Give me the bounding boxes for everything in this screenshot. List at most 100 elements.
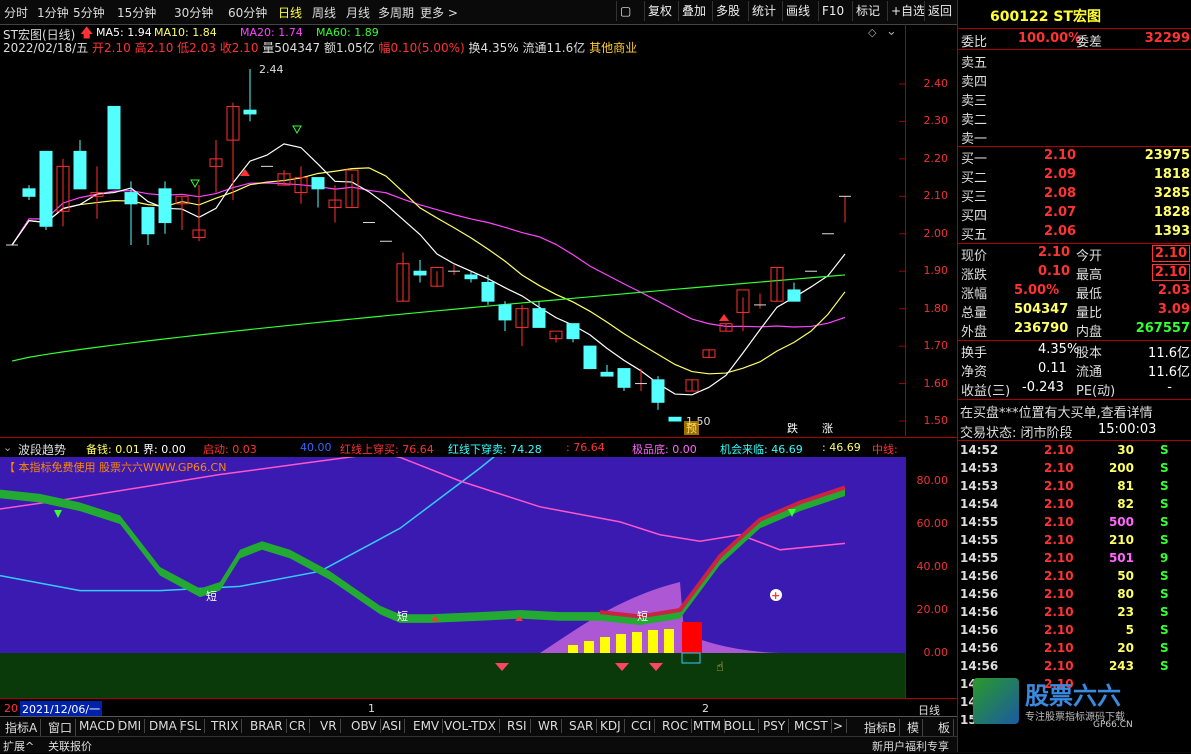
buy-row[interactable]: 买四 2.07 1828 — [958, 204, 1191, 224]
price-tick: 2.00 — [923, 226, 949, 240]
big-order-notice[interactable]: 在买盘***位置有大买单,查看详情 — [958, 401, 1191, 421]
indicator-tabs: 指标A 窗口 MACD DMI DMA FSL TRIX BRAR CR VR OBV ASI EMV V… — [0, 716, 957, 737]
midline-value: 中线: — [872, 443, 898, 456]
sell-label: 卖五 — [961, 56, 988, 71]
indicator-tab-21[interactable]: BOLL — [721, 719, 759, 733]
indicator-tab-22[interactable]: PSY — [760, 719, 790, 733]
indicator-tab-4[interactable]: DMA — [146, 719, 181, 733]
yellow-bar — [632, 632, 642, 653]
indicator-tab-3[interactable]: DMI — [115, 719, 146, 733]
candle — [481, 274, 495, 305]
stat-row: 外盘 236790 内盘 267557 — [961, 321, 1190, 340]
buy-label: 买一 — [961, 152, 988, 167]
indicator-tab-24[interactable]: > — [830, 719, 848, 733]
period-tab-7[interactable]: 周线 — [312, 4, 336, 21]
indicator-tab-16[interactable]: SAR — [566, 719, 598, 733]
buy-row[interactable]: 买三 2.08 3285 — [958, 185, 1191, 205]
period-tab-2[interactable]: 5分钟 — [73, 4, 105, 21]
indicator-bg-bottom — [0, 653, 905, 698]
toolbar-button-1[interactable]: 叠加 — [678, 1, 709, 21]
indicator-tab-5[interactable]: FSL — [177, 719, 205, 733]
period-tab-1[interactable]: 1分钟 — [37, 4, 69, 21]
indicator-tab-9[interactable]: VR — [317, 719, 341, 733]
candle — [583, 345, 597, 370]
ma60-line — [11, 274, 846, 362]
indicator-tab-14[interactable]: RSI — [504, 719, 531, 733]
candle — [141, 207, 155, 245]
buy-row[interactable]: 买二 2.09 1818 — [958, 166, 1191, 186]
ma5-label: MA5: 1.94 — [96, 26, 152, 39]
sell-arrow-icon — [190, 179, 200, 189]
indicator-tab-26[interactable]: 模 — [904, 719, 924, 736]
toolbar-button-2[interactable]: 多股 — [712, 1, 743, 21]
period-tab-8[interactable]: 月线 — [346, 4, 370, 21]
ma20-line — [11, 182, 846, 328]
indicator-tab-19[interactable]: ROC — [659, 719, 693, 733]
candle — [107, 105, 121, 190]
toolbar-button-7[interactable]: +自选 — [887, 1, 928, 21]
toolbar-button-6[interactable]: 标记 — [852, 1, 883, 21]
info-date: 2022/02/18/五 — [3, 41, 89, 55]
indicator-tab-2[interactable]: MACD — [76, 719, 119, 733]
info-amount: 额1.05亿 — [323, 41, 375, 55]
chevron-icon[interactable]: ⌄ — [3, 441, 12, 454]
main-chart-panel[interactable]: ST宏图(日线) 🡅 MA5: 1.94 MA10: 1.84 MA20: 1.… — [0, 24, 957, 436]
indicator-tab-10[interactable]: OBV — [348, 719, 381, 733]
indicator-tab-17[interactable]: KDJ — [597, 719, 625, 733]
period-tab-9[interactable]: 多周期 — [378, 4, 414, 21]
indicator-tab-0[interactable]: 指标A — [2, 719, 42, 736]
period-tab-3[interactable]: 15分钟 — [117, 4, 156, 21]
candlestick-chart[interactable]: 2.441.50预跌涨 — [0, 54, 905, 436]
sell-row[interactable]: 卖一 — [958, 127, 1191, 147]
price-tick: 1.60 — [923, 376, 949, 390]
sell-row[interactable]: 卖五 — [958, 51, 1191, 71]
period-tab-6[interactable]: 日线 — [278, 4, 302, 21]
indicator-tab-18[interactable]: CCI — [628, 719, 656, 733]
toolbar-button-8[interactable]: 返回 — [924, 1, 955, 21]
toolbar-button-0[interactable]: 复权 — [644, 1, 675, 21]
toolbar-button-3[interactable]: 统计 — [748, 1, 779, 21]
candle — [22, 185, 36, 201]
indicator-name[interactable]: 波段趋势 — [18, 441, 66, 458]
period-tab-10[interactable]: 更多 > — [420, 4, 458, 21]
indicator-tab-13[interactable]: VOL-TDX — [441, 719, 500, 733]
toolbar-button-4[interactable]: 画线 — [782, 1, 813, 21]
quote-panel: 600122 ST宏图 委比 100.00% 委差 32299 卖五 卖四 卖三 卖二… — [957, 0, 1191, 752]
indicator-tab-1[interactable]: 窗口 — [45, 719, 77, 736]
chevron-down-icon[interactable]: ⌄ — [886, 24, 897, 39]
toolbar-button-5[interactable]: F10 — [818, 1, 847, 21]
price-tick: 2.10 — [923, 189, 949, 203]
buy-row[interactable]: 买一 2.10 23975 — [958, 147, 1191, 167]
indicator-chart[interactable]: 短短 短+☝ — [0, 457, 905, 698]
tick-row: 14:53 2.10 200 S — [960, 461, 1169, 475]
candle — [600, 364, 614, 377]
indicator-tab-11[interactable]: ASI — [379, 719, 406, 733]
period-tab-5[interactable]: 60分钟 — [228, 4, 267, 21]
weibi-row: 委比 100.00% 委差 32299 — [961, 31, 1190, 50]
sell-row[interactable]: 卖四 — [958, 70, 1191, 90]
red-bar — [682, 622, 702, 653]
dropdown-toggle[interactable]: ▢ — [616, 1, 647, 21]
stat-row: 涨幅 5.00% 最低 2.03 — [961, 283, 1190, 302]
indicator-tab-7[interactable]: BRAR — [247, 719, 287, 733]
indicator-panel[interactable]: 短短短 + ☝ 【 本指标免费使用 股票六六WWW.GP66.CN 80.00 60.… — [0, 457, 957, 698]
period-tab-4[interactable]: 30分钟 — [174, 4, 213, 21]
indicator-tab-20[interactable]: MTM — [690, 719, 726, 733]
hand-cursor-icon: ☝ — [716, 660, 724, 675]
indicator-tab-15[interactable]: WR — [535, 719, 563, 733]
indicator-tab-8[interactable]: CR — [286, 719, 310, 733]
indicator-tab-23[interactable]: MCST — [791, 719, 832, 733]
indicator-tab-25[interactable]: 指标B — [861, 719, 901, 736]
indicator-tab-12[interactable]: EMV — [410, 719, 444, 733]
diamond-icon[interactable]: ◇ — [868, 26, 876, 39]
ma20-label: MA20: 1.74 — [240, 26, 303, 39]
buy-row[interactable]: 买五 2.06 1393 — [958, 223, 1191, 243]
buy-label: 买五 — [961, 228, 988, 243]
period-tab-0[interactable]: 分时 — [4, 4, 28, 21]
indicator-tab-6[interactable]: TRIX — [208, 719, 243, 733]
candle — [56, 158, 70, 227]
indicator-tab-27[interactable]: 板 — [935, 719, 955, 736]
sell-row[interactable]: 卖二 — [958, 108, 1191, 128]
sell-row[interactable]: 卖三 — [958, 89, 1191, 109]
yellow-bar — [584, 641, 594, 653]
